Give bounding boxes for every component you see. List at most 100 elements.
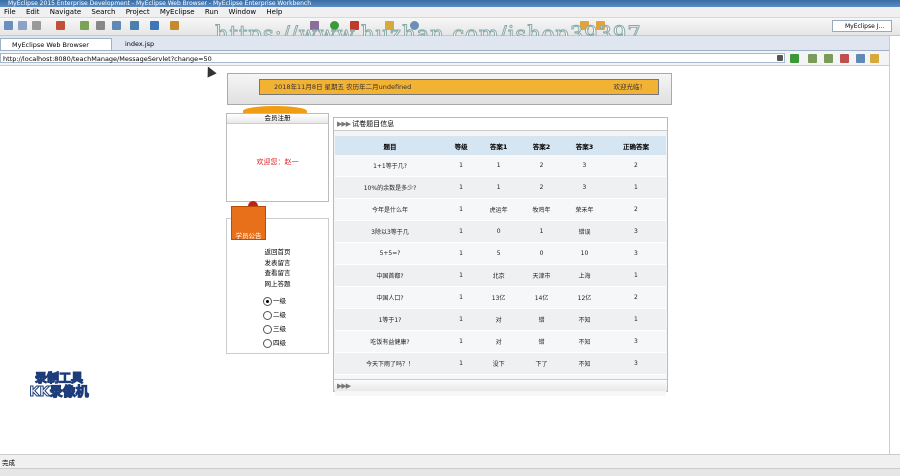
globe-icon[interactable] — [150, 21, 159, 30]
browser-back-icon[interactable] — [808, 54, 817, 63]
cell-answer2: 14亿 — [520, 286, 563, 309]
exam-panel-footer: ▶▶▶ — [334, 379, 667, 391]
exam-title: 试卷题目信息 — [352, 120, 395, 128]
new-icon[interactable] — [4, 21, 13, 30]
cell-question: 吃饭有益健康? — [335, 330, 445, 353]
cell-answer3: 不知 — [563, 330, 606, 353]
perspective-switcher[interactable]: MyEclipse J... — [832, 20, 892, 32]
cell-answer1: 13亿 — [477, 286, 521, 309]
cell-answer1: 0 — [477, 220, 521, 243]
deploy-icon[interactable] — [80, 21, 89, 30]
member-box: 会员注册 欢迎您：赵一 — [226, 113, 329, 202]
radio-icon[interactable] — [263, 296, 272, 306]
date-text: 2018年11月8日 星期五 农历年二月undefined — [274, 83, 412, 91]
radio-icon[interactable] — [263, 338, 272, 348]
home-icon[interactable] — [870, 54, 879, 63]
menu-navigate[interactable]: Navigate — [46, 7, 85, 17]
level-option-2[interactable]: 二级 — [263, 309, 286, 320]
col-correct: 正确答案 — [605, 136, 666, 155]
cell-level: 1 — [445, 308, 478, 331]
cell-answer2: 错 — [520, 308, 563, 331]
build-icon[interactable] — [112, 21, 121, 30]
cell-question: 10%的余数是多少? — [335, 176, 445, 199]
cell-answer2: 2 — [520, 155, 563, 177]
cell-level: 1 — [445, 198, 478, 221]
link-home[interactable]: 返回首页 — [227, 247, 328, 258]
cell-answer3: 10 — [563, 242, 606, 265]
menu-help[interactable]: Help — [262, 7, 286, 17]
cell-question: 1+1等于几? — [335, 155, 445, 177]
level-option-3[interactable]: 三级 — [263, 323, 286, 334]
go-icon[interactable] — [790, 54, 799, 63]
recorder-logo-line2: KK录像机 — [29, 385, 89, 401]
exam-panel: ▶▶▶ 试卷题目信息 题目 等级 答案1 答案2 答案3 正确答案 1+1等于几?… — [333, 117, 668, 397]
nav-links: 返回首页 发表留言 查看留言 网上答题 — [227, 247, 328, 289]
refresh-icon[interactable] — [130, 21, 139, 30]
table-row: 5+5=? 1 5 0 10 3 — [335, 242, 666, 265]
link-icon[interactable] — [170, 21, 179, 30]
browser-forward-icon[interactable] — [824, 54, 833, 63]
browser-urlbar: http://localhost:8080/teachManage/Messag… — [0, 51, 900, 66]
tab-index-jsp[interactable]: index.jsp — [114, 38, 174, 50]
radio-icon[interactable] — [263, 324, 272, 334]
print-icon[interactable] — [32, 21, 41, 30]
col-answer2: 答案2 — [520, 136, 563, 155]
dropdown-icon[interactable] — [777, 55, 783, 61]
window-title: MyEclipse 2015 Enterprise Development - … — [0, 0, 900, 7]
cell-answer1: 没下 — [477, 352, 521, 375]
browser-refresh-icon[interactable] — [856, 54, 865, 63]
cell-question: 1等于1? — [335, 308, 445, 331]
cell-answer1: 虎运年 — [477, 198, 521, 221]
cell-correct: 1 — [605, 176, 666, 199]
side-trim — [889, 36, 900, 456]
menu-file[interactable]: File — [0, 7, 20, 17]
cell-answer3: 12亿 — [563, 286, 606, 309]
url-input[interactable]: http://localhost:8080/teachManage/Messag… — [0, 53, 785, 63]
editor-tabbar: MyEclipse Web Browser index.jsp — [0, 36, 900, 51]
cell-answer2: 0 — [520, 242, 563, 265]
gear-icon[interactable] — [96, 21, 105, 30]
cell-level: 1 — [445, 155, 478, 177]
radio-icon[interactable] — [263, 310, 272, 320]
browser-content: 2018年11月8日 星期五 农历年二月undefined 欢迎光临！ 会员注册… — [0, 64, 888, 454]
cell-correct: 1 — [605, 308, 666, 331]
server-icon[interactable] — [56, 21, 65, 30]
menu-myeclipse[interactable]: MyEclipse — [156, 7, 199, 17]
table-row: 1+1等于几? 1 1 2 3 2 — [335, 155, 666, 177]
recorder-logo-line1: 录制工具 — [34, 371, 83, 386]
tab-web-browser[interactable]: MyEclipse Web Browser — [0, 38, 112, 50]
link-online-quiz[interactable]: 网上答题 — [227, 279, 328, 290]
table-row: 今天下雨了吗？！ 1 没下 下了 不知 3 — [335, 352, 666, 375]
table-row: 10%的余数是多少? 1 1 2 3 1 — [335, 176, 666, 199]
save-icon[interactable] — [18, 21, 27, 30]
exam-table: 题目 等级 答案1 答案2 答案3 正确答案 1+1等于几? 1 1 2 3 2 10%的余… — [335, 136, 666, 397]
menu-project[interactable]: Project — [122, 7, 154, 17]
cell-answer3: 上海 — [563, 264, 606, 287]
cell-answer2: 错 — [520, 330, 563, 353]
link-post-message[interactable]: 发表留言 — [227, 258, 328, 269]
menu-window[interactable]: Window — [225, 7, 261, 17]
menu-edit[interactable]: Edit — [22, 7, 44, 17]
cell-correct: 2 — [605, 198, 666, 221]
cell-answer3: 错误 — [563, 220, 606, 243]
cell-answer2: 2 — [520, 176, 563, 199]
level-option-4[interactable]: 四级 — [263, 337, 286, 348]
cell-correct: 3 — [605, 352, 666, 375]
cell-answer1: 对 — [477, 308, 521, 331]
triple-arrow-icon: ▶▶▶ — [337, 120, 351, 128]
status-text: 完成 — [2, 459, 15, 467]
link-view-messages[interactable]: 查看留言 — [227, 268, 328, 279]
cell-correct: 3 — [605, 242, 666, 265]
menu-search[interactable]: Search — [87, 7, 119, 17]
table-row: 吃饭有益健康? 1 对错不知 3 — [335, 330, 666, 353]
level-option-1[interactable]: 一级 — [263, 295, 286, 306]
cell-answer1: 5 — [477, 242, 521, 265]
cell-question: 中国人口? — [335, 286, 445, 309]
table-row: 3除以3等于几 1 0 1 错误 3 — [335, 220, 666, 243]
cell-answer1: 对 — [477, 330, 521, 353]
stop-icon[interactable] — [840, 54, 849, 63]
cell-answer3: 3 — [563, 155, 606, 177]
menu-run[interactable]: Run — [201, 7, 222, 17]
level-label: 二级 — [273, 311, 286, 319]
cell-level: 1 — [445, 242, 478, 265]
